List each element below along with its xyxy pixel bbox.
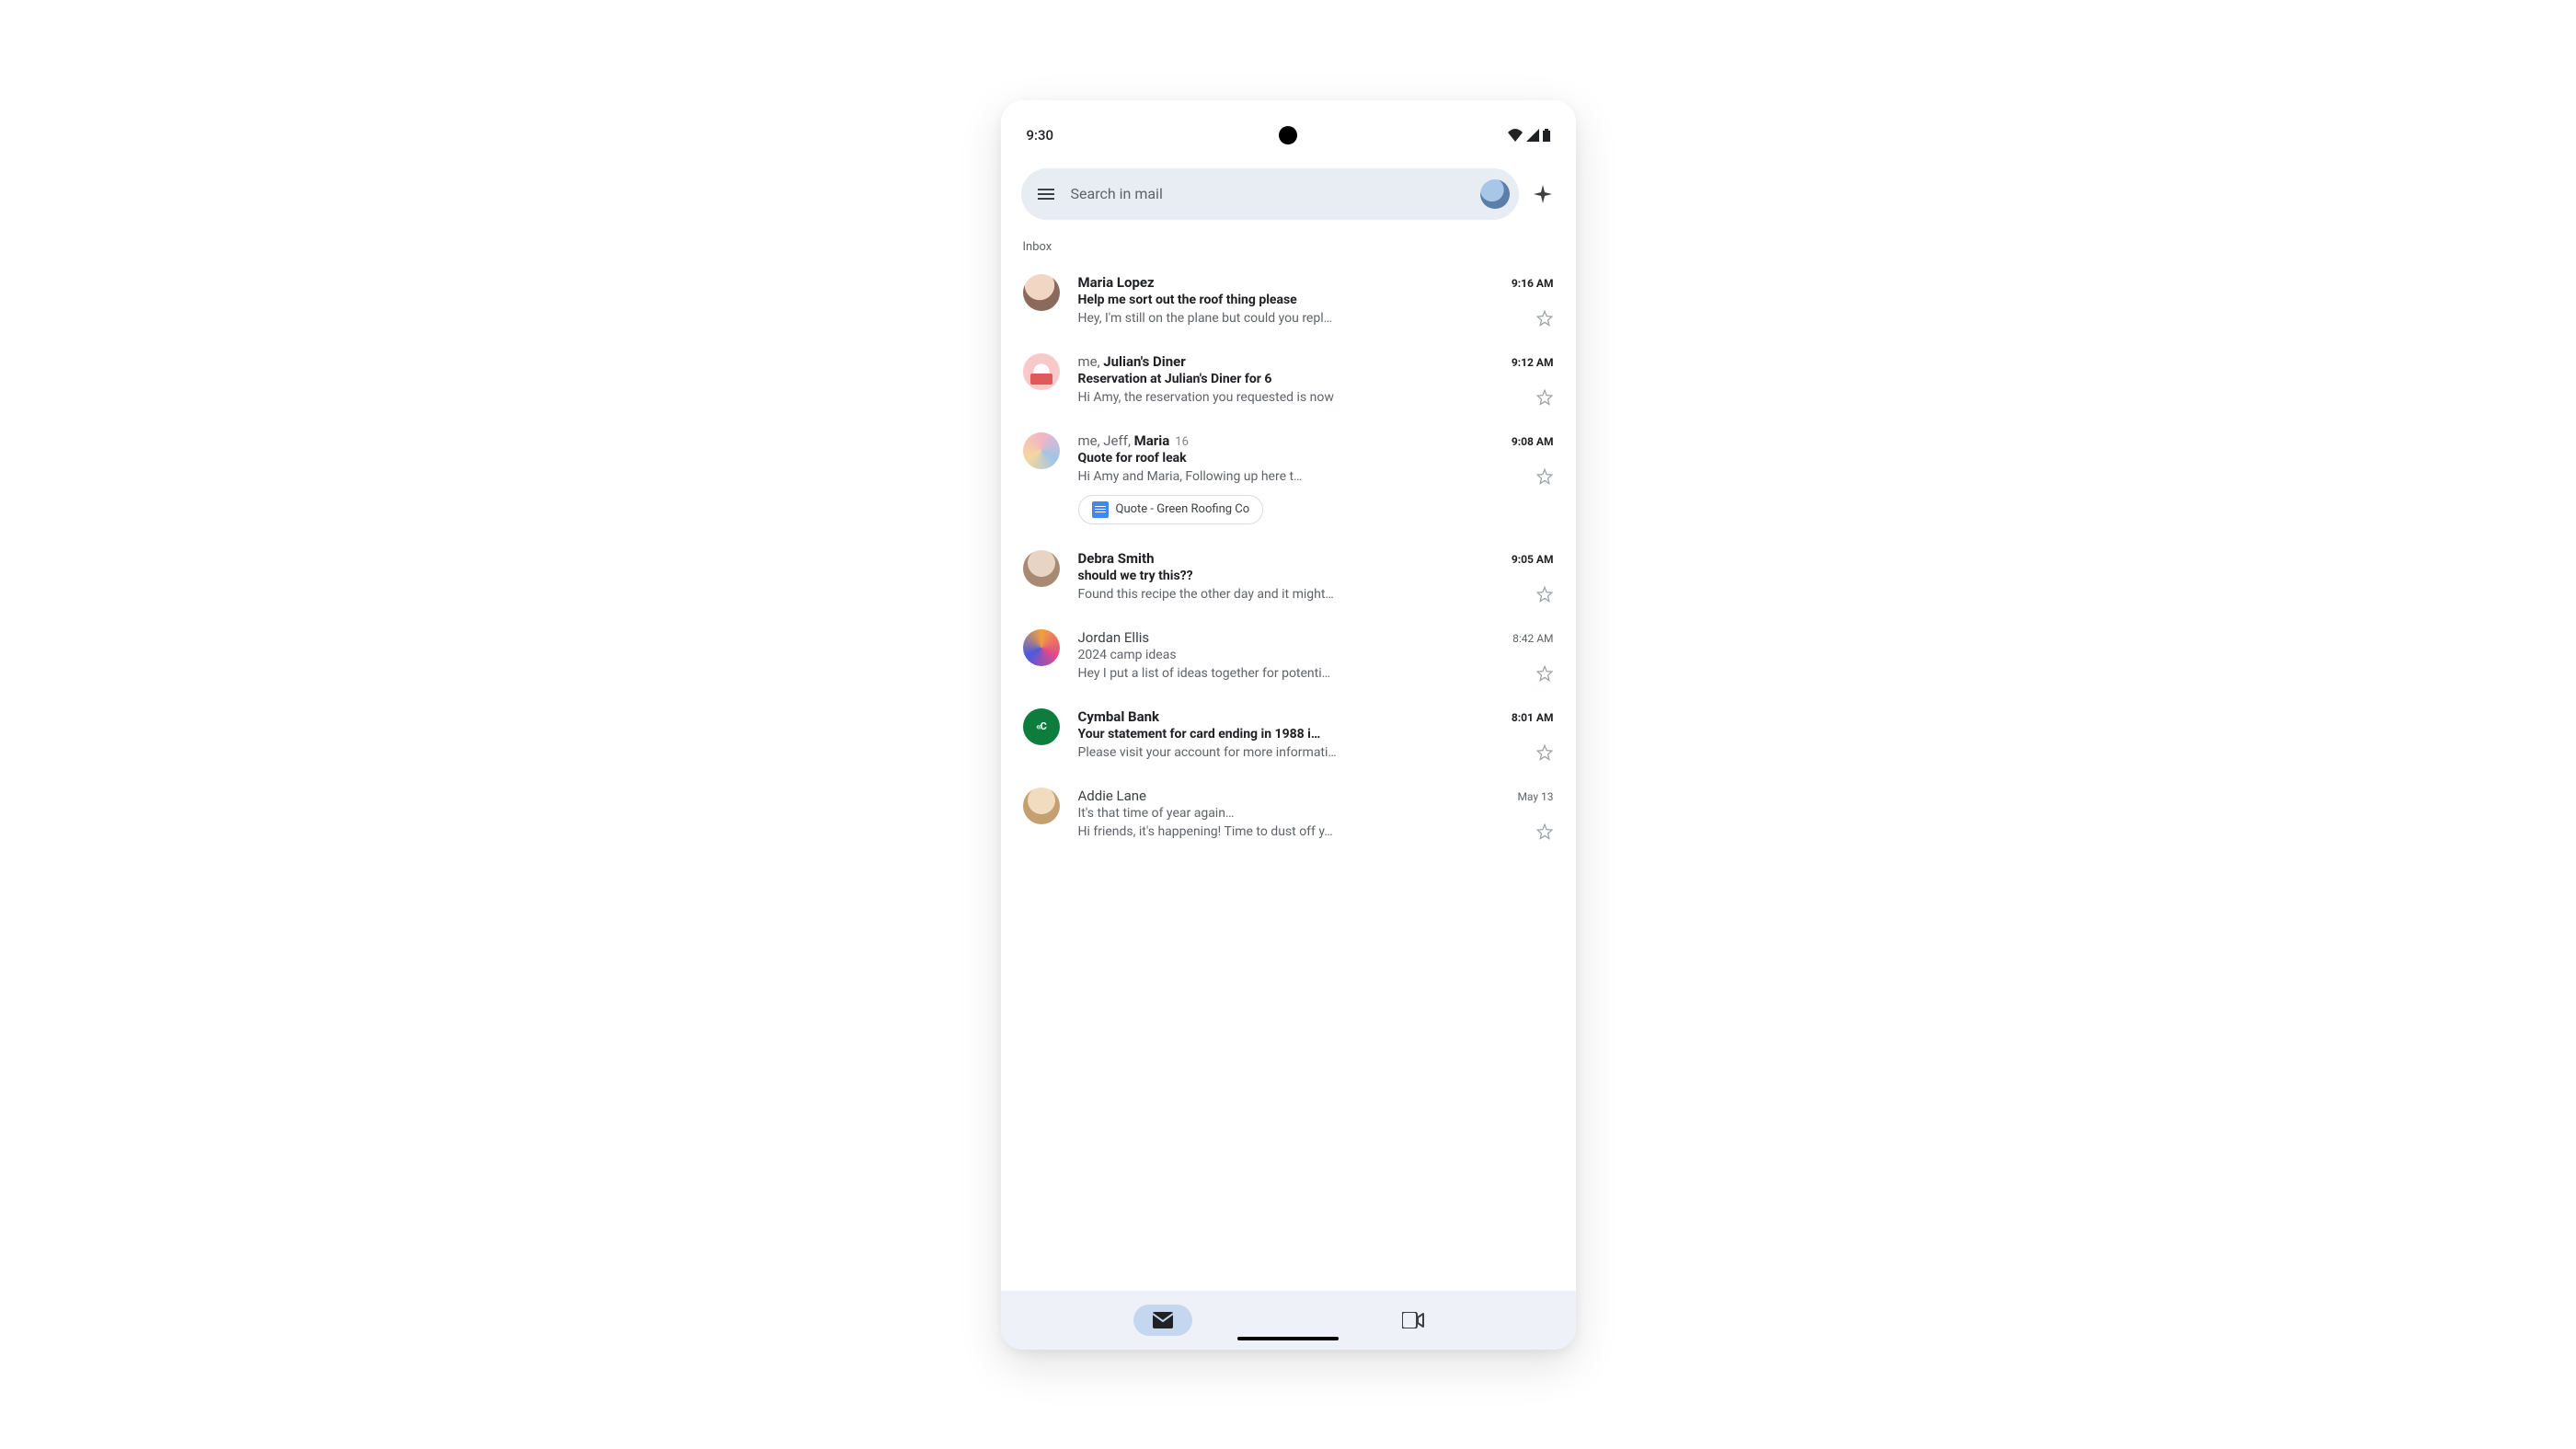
email-subject: Help me sort out the roof thing please xyxy=(1078,293,1297,307)
sparkle-icon xyxy=(1532,183,1554,205)
email-row[interactable]: Jordan Ellis 8:42 AM 2024 camp ideas Hey I … xyxy=(1001,616,1576,696)
thread-count: 16 xyxy=(1175,435,1189,449)
status-bar: 9:30 xyxy=(1001,117,1576,154)
email-row[interactable]: me, Julian's Diner 9:12 AM Reservation at … xyxy=(1001,340,1576,420)
meet-tab[interactable] xyxy=(1384,1305,1443,1336)
video-icon xyxy=(1402,1312,1424,1328)
sender-name: Maria Lopez xyxy=(1078,274,1155,291)
email-snippet: Found this recipe the other day and it m… xyxy=(1078,587,1524,602)
email-snippet: Hi friends, it's happening! Time to dust… xyxy=(1078,824,1524,839)
sender-avatar[interactable] xyxy=(1023,274,1060,311)
sender-name: Addie Lane xyxy=(1078,788,1147,804)
battery-icon xyxy=(1543,129,1550,142)
email-subject: 2024 camp ideas xyxy=(1078,648,1177,662)
email-list: Maria Lopez 9:16 AM Help me sort out the r… xyxy=(1001,261,1576,1291)
star-icon[interactable] xyxy=(1535,309,1554,328)
sparkle-button[interactable] xyxy=(1530,181,1556,207)
star-icon[interactable] xyxy=(1535,585,1554,604)
menu-icon[interactable] xyxy=(1038,189,1054,200)
sender-name: Debra Smith xyxy=(1078,550,1155,567)
sender-name: Cymbal Bank xyxy=(1078,708,1160,725)
star-icon[interactable] xyxy=(1535,664,1554,683)
email-subject: should we try this?? xyxy=(1078,569,1193,583)
wifi-icon xyxy=(1508,129,1523,142)
sender-avatar[interactable]: «C xyxy=(1023,708,1060,745)
email-snippet: Hey, I'm still on the plane but could yo… xyxy=(1078,311,1524,326)
sender-name: Jordan Ellis xyxy=(1078,629,1150,646)
sender-avatar[interactable] xyxy=(1023,788,1060,824)
status-camera-dot xyxy=(1279,126,1297,144)
attachment-chip[interactable]: Quote - Green Roofing Co xyxy=(1078,495,1264,524)
star-icon[interactable] xyxy=(1535,388,1554,407)
sender-avatar[interactable] xyxy=(1023,432,1060,469)
sender-name: me, Jeff, Maria16 xyxy=(1078,432,1189,449)
signal-icon xyxy=(1526,129,1539,142)
star-icon[interactable] xyxy=(1535,467,1554,486)
email-snippet: Hey I put a list of ideas together for p… xyxy=(1078,666,1524,681)
email-subject: Quote for roof leak xyxy=(1078,451,1187,466)
email-row[interactable]: «C Cymbal Bank 8:01 AM Your statement for c… xyxy=(1001,696,1576,775)
email-time: 9:16 AM xyxy=(1512,277,1554,290)
sender-name: me, Julian's Diner xyxy=(1078,353,1186,370)
sender-avatar[interactable] xyxy=(1023,629,1060,666)
email-row[interactable]: Debra Smith 9:05 AM should we try this?? Fo… xyxy=(1001,537,1576,616)
status-indicators xyxy=(1508,129,1550,142)
email-snippet: Hi Amy and Maria, Following up here t… xyxy=(1078,469,1524,484)
chip-label: Quote - Green Roofing Co xyxy=(1116,502,1250,516)
email-subject: Reservation at Julian's Diner for 6 xyxy=(1078,372,1272,386)
inbox-label: Inbox xyxy=(1001,231,1576,261)
email-time: 8:01 AM xyxy=(1512,711,1554,724)
bottom-nav xyxy=(1001,1291,1576,1350)
phone-frame: 9:30 Search in mail Inbox Maria Lopez 9:1… xyxy=(1001,100,1576,1350)
account-avatar[interactable] xyxy=(1480,179,1510,209)
email-time: May 13 xyxy=(1517,790,1553,803)
mail-tab[interactable] xyxy=(1133,1305,1192,1336)
email-row[interactable]: me, Jeff, Maria16 9:08 AM Quote for roof l… xyxy=(1001,420,1576,537)
star-icon[interactable] xyxy=(1535,822,1554,841)
doc-icon xyxy=(1092,501,1109,518)
sender-avatar[interactable] xyxy=(1023,550,1060,587)
sender-avatar[interactable] xyxy=(1023,353,1060,390)
status-clock: 9:30 xyxy=(1027,127,1054,144)
star-icon[interactable] xyxy=(1535,743,1554,762)
email-snippet: Please visit your account for more infor… xyxy=(1078,745,1524,760)
search-placeholder: Search in mail xyxy=(1071,185,1464,202)
search-row: Search in mail xyxy=(1001,154,1576,231)
email-time: 8:42 AM xyxy=(1512,632,1553,645)
email-time: 9:08 AM xyxy=(1512,435,1554,448)
mail-icon xyxy=(1153,1312,1173,1328)
search-bar[interactable]: Search in mail xyxy=(1021,168,1519,220)
email-time: 9:12 AM xyxy=(1512,356,1554,369)
email-time: 9:05 AM xyxy=(1512,553,1554,566)
email-row[interactable]: Maria Lopez 9:16 AM Help me sort out the r… xyxy=(1001,261,1576,340)
email-subject: It's that time of year again… xyxy=(1078,806,1235,821)
email-row[interactable]: Addie Lane May 13 It's that time of year a… xyxy=(1001,775,1576,854)
nav-handle xyxy=(1237,1337,1339,1340)
email-snippet: Hi Amy, the reservation you requested is… xyxy=(1078,390,1524,405)
email-subject: Your statement for card ending in 1988 i… xyxy=(1078,727,1321,742)
